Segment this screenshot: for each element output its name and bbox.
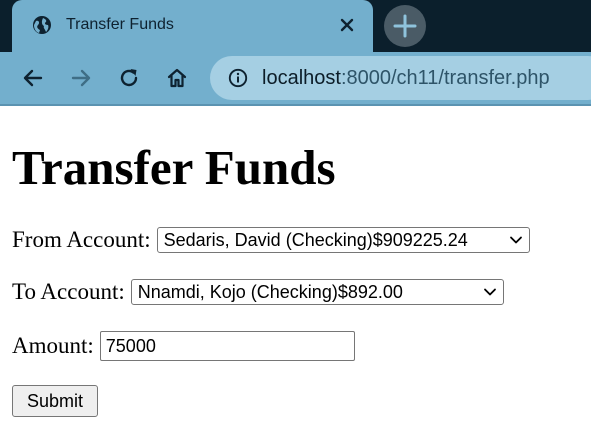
tab-title: Transfer Funds <box>66 16 174 33</box>
submit-button[interactable]: Submit <box>12 385 98 417</box>
from-account-label: From Account: <box>12 227 151 252</box>
from-account-selected: Sedaris, David (Checking)$909225.24 <box>163 229 468 250</box>
browser-tabstrip: Transfer Funds <box>0 0 591 52</box>
to-account-selected: Nnamdi, Kojo (Checking)$892.00 <box>137 281 403 302</box>
info-icon[interactable] <box>228 68 248 88</box>
chrome-divider <box>0 104 591 106</box>
browser-tab[interactable]: Transfer Funds <box>12 0 373 52</box>
browser-toolbar: localhost:8000/ch11/transfer.php <box>0 52 591 104</box>
from-account-row: From Account: Sedaris, David (Checking)$… <box>12 227 530 253</box>
amount-input[interactable] <box>99 331 355 361</box>
address-bar[interactable]: localhost:8000/ch11/transfer.php <box>210 56 591 100</box>
plus-icon <box>393 14 417 38</box>
url-text: localhost:8000/ch11/transfer.php <box>262 66 550 90</box>
page-title: Transfer Funds <box>12 140 336 195</box>
home-icon[interactable] <box>165 66 189 90</box>
reload-icon[interactable] <box>117 66 141 90</box>
from-account-select[interactable]: Sedaris, David (Checking)$909225.24 <box>156 227 530 253</box>
amount-row: Amount: <box>12 331 355 361</box>
url-path: :8000/ch11/transfer.php <box>340 67 550 89</box>
globe-icon <box>33 16 51 34</box>
chevron-down-icon <box>509 236 522 244</box>
close-icon[interactable] <box>337 15 357 35</box>
amount-label: Amount: <box>12 333 94 358</box>
url-host: localhost <box>262 67 341 89</box>
to-account-select[interactable]: Nnamdi, Kojo (Checking)$892.00 <box>130 279 504 305</box>
to-account-label: To Account: <box>12 279 125 304</box>
chevron-down-icon <box>483 288 496 296</box>
back-arrow-icon[interactable] <box>21 66 45 90</box>
new-tab-button[interactable] <box>384 5 426 47</box>
to-account-row: To Account: Nnamdi, Kojo (Checking)$892.… <box>12 279 504 305</box>
forward-arrow-icon[interactable] <box>69 66 93 90</box>
